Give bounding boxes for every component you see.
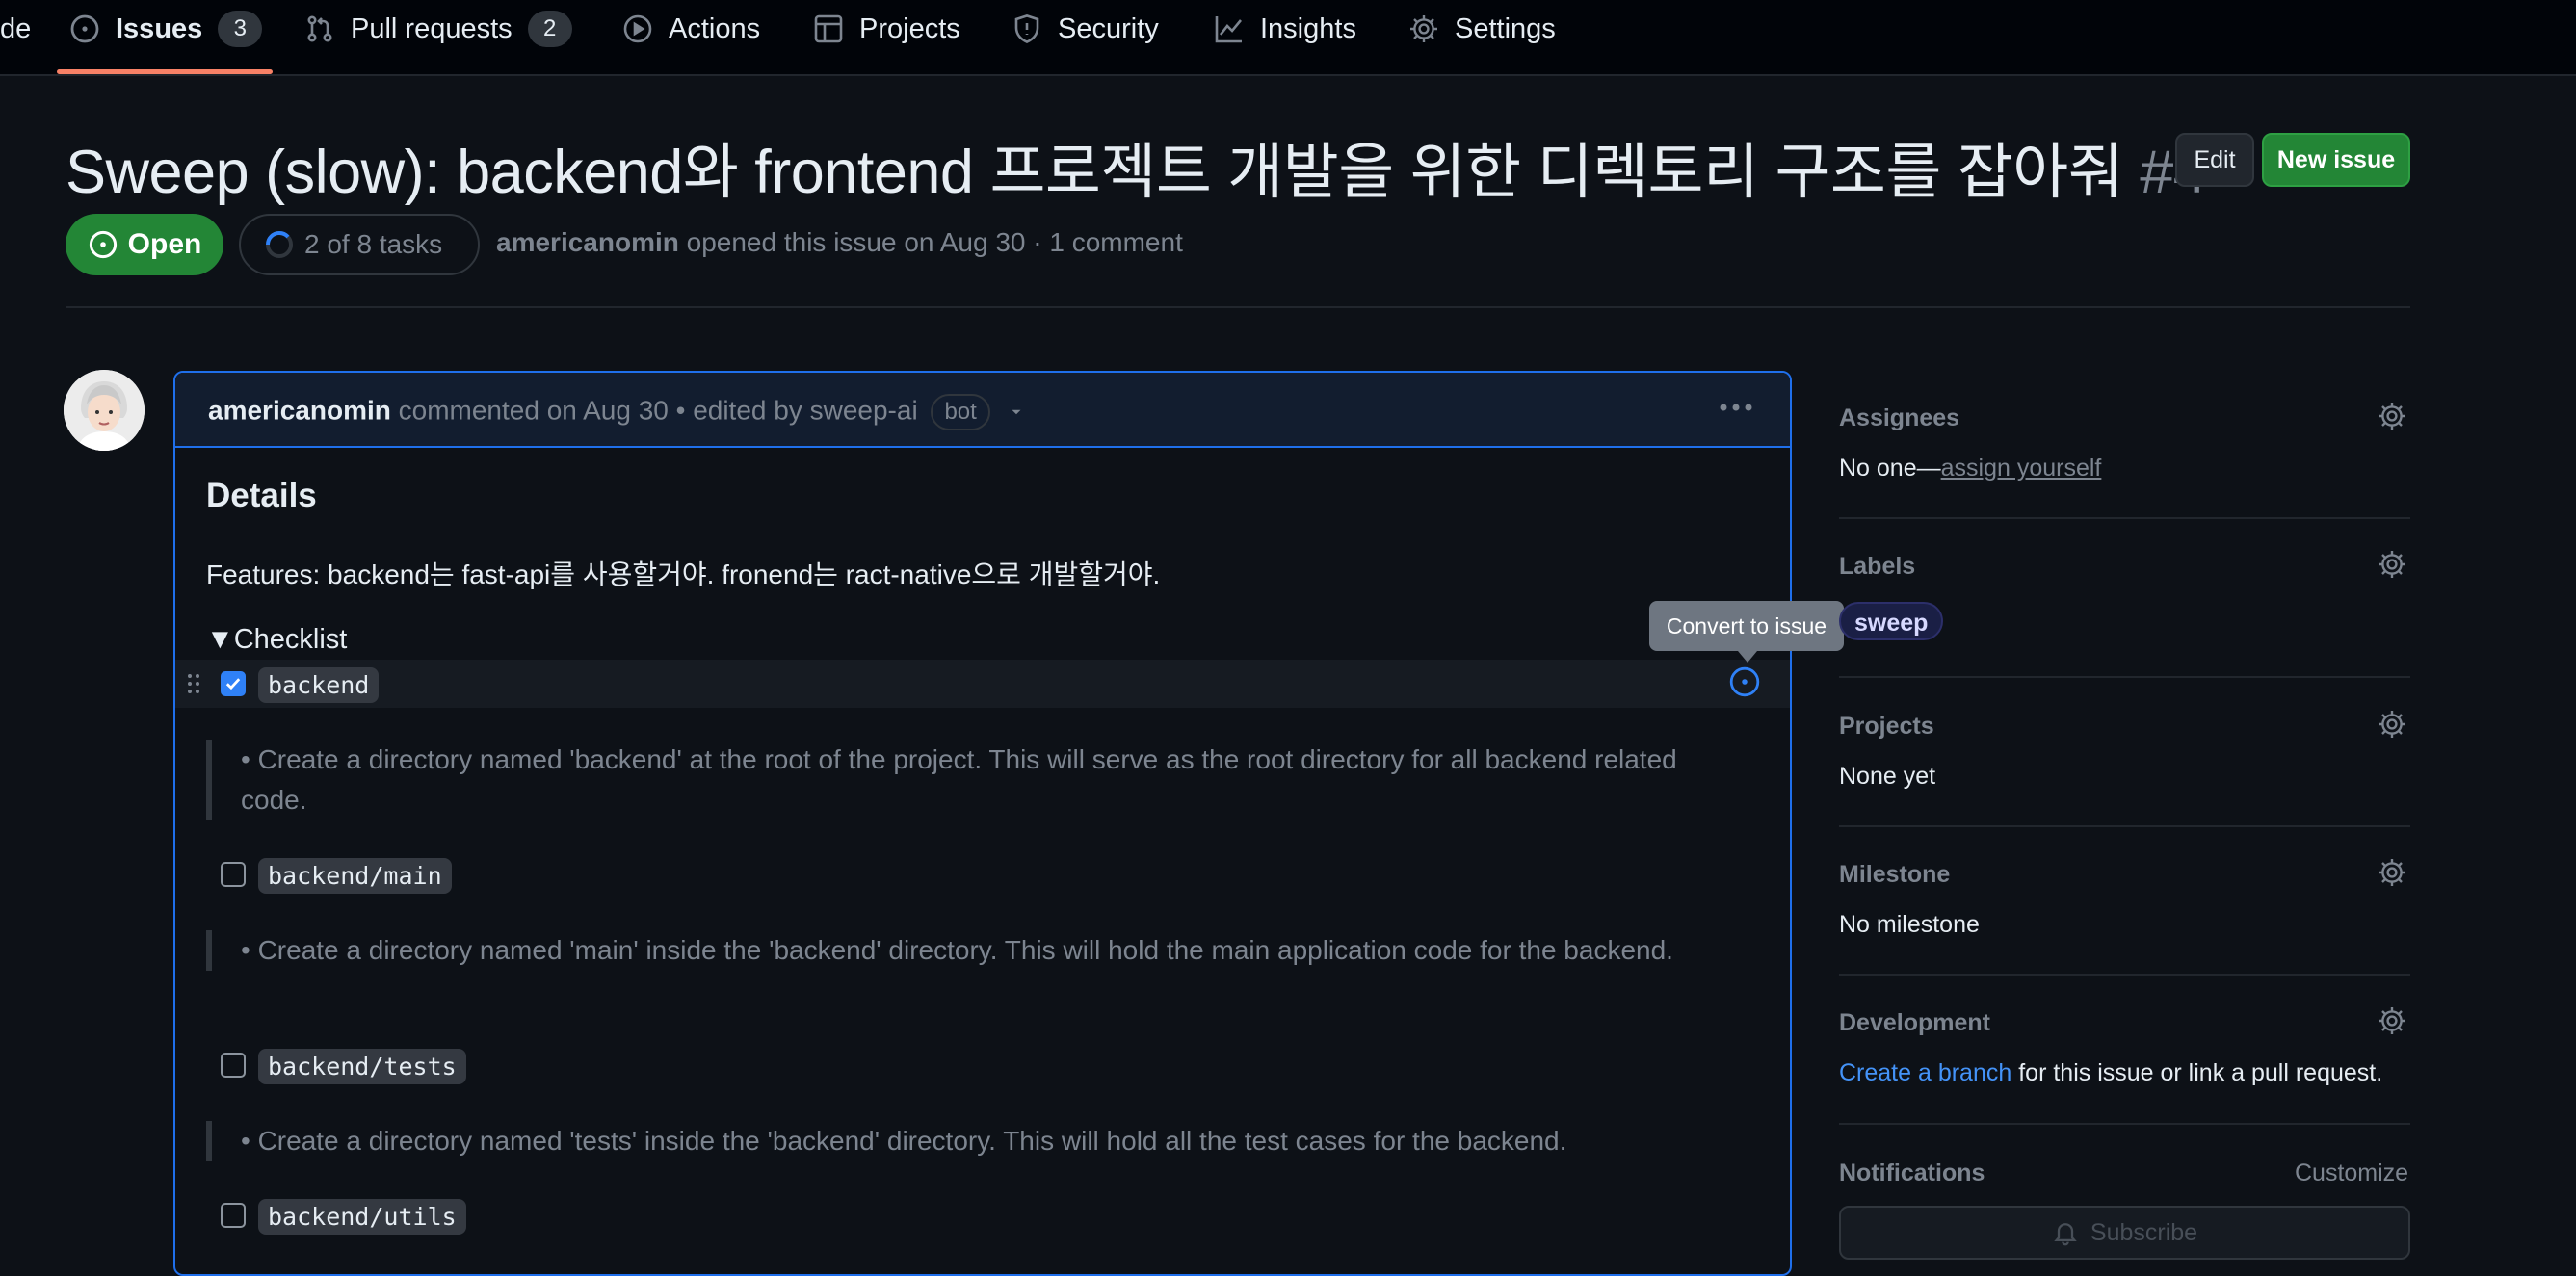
development-title: Development xyxy=(1839,1009,1990,1036)
issue-title-text: Sweep (slow): backend와 frontend 프로젝트 개발을… xyxy=(66,139,2124,206)
edit-button[interactable]: Edit xyxy=(2175,133,2254,187)
tab-pull-requests-label: Pull requests xyxy=(351,13,513,44)
comment-edited-text[interactable]: commented on Aug 30 • edited by sweep-ai xyxy=(399,395,918,425)
nav-partial-item[interactable]: de xyxy=(0,0,31,58)
graph-icon xyxy=(1214,13,1245,44)
development-text: for this issue or link a pull request. xyxy=(2011,1059,2383,1086)
tab-insights-label: Insights xyxy=(1260,13,1356,44)
issue-state-badge: Open xyxy=(66,214,223,275)
checklist-summary[interactable]: ▼Checklist xyxy=(206,624,347,656)
issue-title: Sweep (slow): backend와 frontend 프로젝트 개발을… xyxy=(66,123,2207,211)
task-label: backend/main xyxy=(258,858,452,894)
notifications-title: Notifications xyxy=(1839,1159,1985,1186)
avatar[interactable] xyxy=(64,370,145,451)
task-row-hover xyxy=(175,660,1790,708)
gear-icon[interactable] xyxy=(2377,709,2407,740)
labels-title: Labels xyxy=(1839,553,1916,580)
tasks-progress-label: 2 of 8 tasks xyxy=(304,229,443,259)
features-text: Features: backend는 fast-api를 사용할거야. fron… xyxy=(206,560,1161,589)
progress-ring-icon xyxy=(264,229,304,260)
assign-yourself-link[interactable]: assign yourself xyxy=(1941,455,2102,482)
tab-settings[interactable]: Settings xyxy=(1408,0,1556,58)
repo-nav: de Issues 3 Pull requests 2 Actions Proj… xyxy=(0,0,2576,76)
tab-pull-requests[interactable]: Pull requests 2 xyxy=(304,0,572,58)
sidebar-divider xyxy=(1839,974,2410,976)
assignees-none: No one— xyxy=(1839,455,1941,482)
task-label: backend xyxy=(258,667,380,703)
tab-settings-label: Settings xyxy=(1455,13,1556,44)
subscribe-label: Subscribe xyxy=(2090,1218,2198,1246)
tab-projects[interactable]: Projects xyxy=(813,0,960,58)
tab-security-label: Security xyxy=(1058,13,1159,44)
header-divider xyxy=(66,306,2410,308)
task-checkbox[interactable] xyxy=(221,1203,246,1228)
task-checkbox[interactable] xyxy=(221,862,246,887)
comment-header: americanomin commented on Aug 30 • edite… xyxy=(175,373,1790,448)
task-description: • Create a directory named 'main' inside… xyxy=(206,930,1686,971)
task-checkbox[interactable] xyxy=(221,671,246,696)
issue-state-label: Open xyxy=(127,228,202,260)
task-description: • Create a directory named 'backend' at … xyxy=(206,740,1686,820)
issues-counter: 3 xyxy=(218,11,263,47)
issue-opened-icon xyxy=(88,229,128,260)
gear-icon xyxy=(1408,13,1439,44)
gear-icon[interactable] xyxy=(2377,1005,2407,1036)
bot-badge: bot xyxy=(931,394,990,430)
assignees-value: No one—assign yourself xyxy=(1839,455,2101,482)
create-branch-link[interactable]: Create a branch xyxy=(1839,1059,2011,1086)
play-icon xyxy=(622,13,653,44)
customize-link[interactable]: Customize xyxy=(2295,1159,2408,1187)
bell-icon xyxy=(2052,1219,2090,1246)
comment-heading: Details xyxy=(206,477,317,514)
sidebar-divider xyxy=(1839,676,2410,678)
chevron-down-icon[interactable] xyxy=(1008,404,1025,421)
label-sweep[interactable]: sweep xyxy=(1839,602,1944,640)
task-label: backend/tests xyxy=(258,1049,466,1084)
convert-to-issue-icon[interactable] xyxy=(1728,665,1761,698)
tasks-progress[interactable]: 2 of 8 tasks xyxy=(239,214,480,275)
table-icon xyxy=(813,13,844,44)
tab-issues[interactable]: Issues 3 xyxy=(69,0,263,58)
sidebar-divider xyxy=(1839,825,2410,827)
issue-author-link[interactable]: americanomin xyxy=(496,227,679,257)
issue-opened-icon xyxy=(69,13,100,44)
tab-actions[interactable]: Actions xyxy=(622,0,760,58)
drag-handle-icon[interactable] xyxy=(187,672,200,695)
assignees-title: Assignees xyxy=(1839,404,1960,431)
projects-title: Projects xyxy=(1839,713,1934,740)
subscribe-button[interactable]: Subscribe xyxy=(1839,1206,2410,1260)
milestone-value: No milestone xyxy=(1839,911,1980,938)
task-checkbox[interactable] xyxy=(221,1053,246,1078)
gear-icon[interactable] xyxy=(2377,401,2407,431)
active-tab-underline xyxy=(57,69,273,74)
comment-meta: americanomin commented on Aug 30 • edite… xyxy=(208,394,1025,430)
tab-issues-label: Issues xyxy=(116,13,203,44)
pulls-counter: 2 xyxy=(527,11,572,47)
tab-projects-label: Projects xyxy=(859,13,960,44)
tooltip: Convert to issue xyxy=(1649,601,1844,663)
sidebar-divider xyxy=(1839,1123,2410,1125)
projects-value: None yet xyxy=(1839,763,1936,790)
task-description: • Create a directory named 'tests' insid… xyxy=(206,1121,1686,1161)
tab-insights[interactable]: Insights xyxy=(1214,0,1356,58)
new-issue-button[interactable]: New issue xyxy=(2262,133,2410,187)
task-label: backend/utils xyxy=(258,1199,466,1235)
gear-icon[interactable] xyxy=(2377,857,2407,888)
comment-author-link[interactable]: americanomin xyxy=(208,395,391,425)
issue-meta: americanomin opened this issue on Aug 30… xyxy=(496,227,1183,258)
milestone-title: Milestone xyxy=(1839,861,1951,888)
gear-icon[interactable] xyxy=(2377,549,2407,580)
development-value: Create a branch for this issue or link a… xyxy=(1839,1059,2382,1087)
pull-request-icon xyxy=(304,13,335,44)
kebab-icon[interactable] xyxy=(1719,402,1753,413)
tab-actions-label: Actions xyxy=(669,13,761,44)
tab-security[interactable]: Security xyxy=(1012,0,1159,58)
issue-opened-text: opened this issue on Aug 30 · 1 comment xyxy=(686,227,1183,257)
shield-icon xyxy=(1012,13,1042,44)
sidebar-divider xyxy=(1839,517,2410,519)
nav-partial-label: de xyxy=(0,13,32,44)
